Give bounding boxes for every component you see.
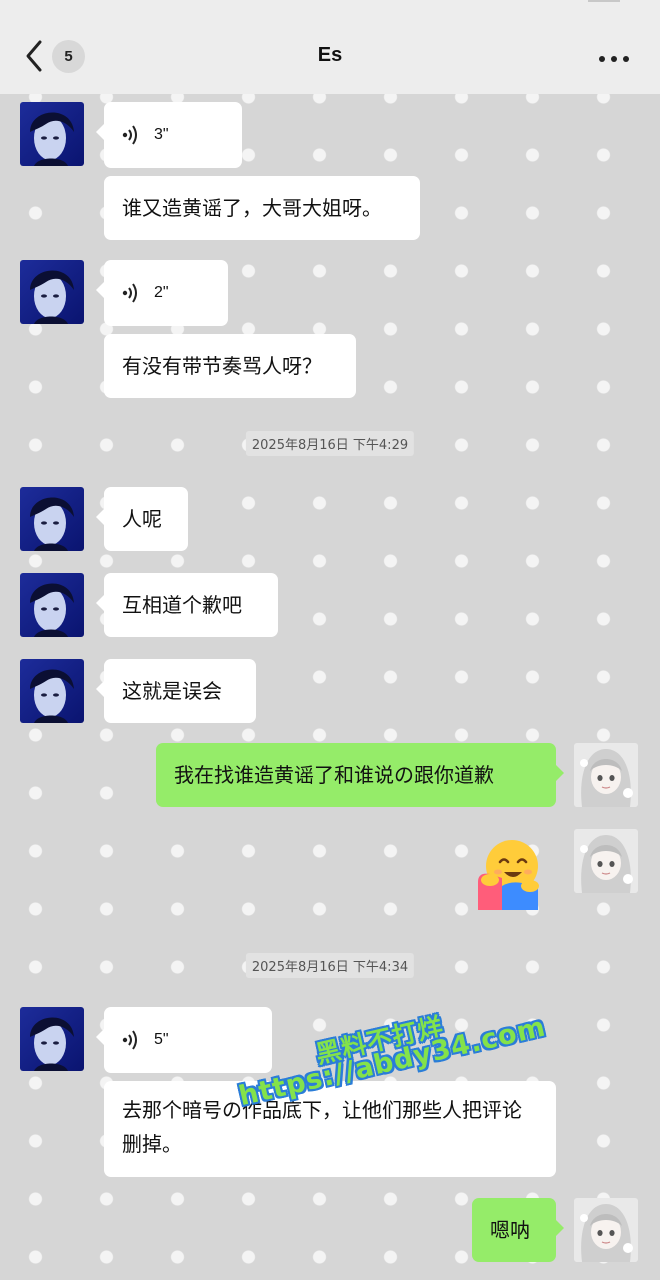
- avatar-other[interactable]: [20, 659, 84, 723]
- outgoing-message-bubble[interactable]: 我在找谁造黄谣了和谁说の跟你道歉: [156, 743, 564, 807]
- timestamp: 2025年8月16日 下午4:29: [245, 431, 415, 456]
- avatar-other[interactable]: [20, 260, 84, 324]
- chat-title: Es: [317, 44, 343, 66]
- voice-message-bubble[interactable]: 2": [96, 260, 228, 326]
- avatar-other[interactable]: [20, 1007, 84, 1071]
- top-bar: 5 Es: [0, 0, 660, 94]
- message-text-bubble[interactable]: 人呢: [96, 487, 188, 551]
- anime-girl-avatar-icon: [574, 1198, 638, 1262]
- person-avatar-icon: [20, 659, 84, 723]
- message-text: 有没有带节奏骂人呀？: [122, 354, 322, 378]
- message-text-bubble[interactable]: 这就是误会: [96, 659, 256, 723]
- avatar-other[interactable]: [20, 487, 84, 551]
- voice-duration: 3": [154, 126, 169, 143]
- more-dots-icon: [599, 56, 629, 62]
- voice-wave-icon: [122, 125, 137, 145]
- avatar-self[interactable]: [574, 743, 638, 807]
- voice-wave-icon: [122, 283, 137, 303]
- message-text-bubble[interactable]: 去那个暗号の作品底下，让他们那些人把评论删掉。: [104, 1081, 556, 1177]
- message-text-bubble[interactable]: 互相道个歉吧: [96, 573, 278, 637]
- message-text: 人呢: [122, 507, 162, 531]
- timestamp: 2025年8月16日 下午4:34: [245, 953, 415, 978]
- voice-wave-icon: [122, 1030, 137, 1050]
- message-text-bubble[interactable]: 谁又造黄谣了，大哥大姐呀。: [104, 176, 420, 240]
- person-avatar-icon: [20, 1007, 84, 1071]
- anime-girl-avatar-icon: [574, 743, 638, 807]
- voice-duration: 2": [154, 284, 169, 301]
- voice-message-bubble[interactable]: 5": [96, 1007, 272, 1073]
- avatar-self[interactable]: [574, 1198, 638, 1262]
- message-text: 嗯呐: [490, 1218, 530, 1242]
- message-text: 我在找谁造黄谣了和谁说の跟你道歉: [174, 763, 494, 787]
- more-button[interactable]: [598, 50, 630, 62]
- hugging-face-emoji-icon: [478, 840, 539, 910]
- anime-girl-avatar-icon: [574, 829, 638, 893]
- outgoing-message-bubble[interactable]: 嗯呐: [472, 1198, 564, 1262]
- message-text: 谁又造黄谣了，大哥大姐呀。: [122, 196, 382, 220]
- avatar-self[interactable]: [574, 829, 638, 893]
- message-text: 这就是误会: [122, 679, 222, 703]
- voice-message-bubble[interactable]: 3": [96, 102, 242, 168]
- hugging-face-emoji-sticker[interactable]: [472, 836, 544, 916]
- person-avatar-icon: [20, 573, 84, 637]
- message-text: 互相道个歉吧: [122, 593, 242, 617]
- avatar-other[interactable]: [20, 102, 84, 166]
- person-avatar-icon: [20, 260, 84, 324]
- message-text-bubble[interactable]: 有没有带节奏骂人呀？: [104, 334, 356, 398]
- person-avatar-icon: [20, 487, 84, 551]
- person-avatar-icon: [20, 102, 84, 166]
- voice-duration: 5": [154, 1031, 169, 1048]
- status-indicator: [588, 0, 620, 2]
- avatar-other[interactable]: [20, 573, 84, 637]
- message-text: 去那个暗号の作品底下，让他们那些人把评论删掉。: [122, 1098, 522, 1156]
